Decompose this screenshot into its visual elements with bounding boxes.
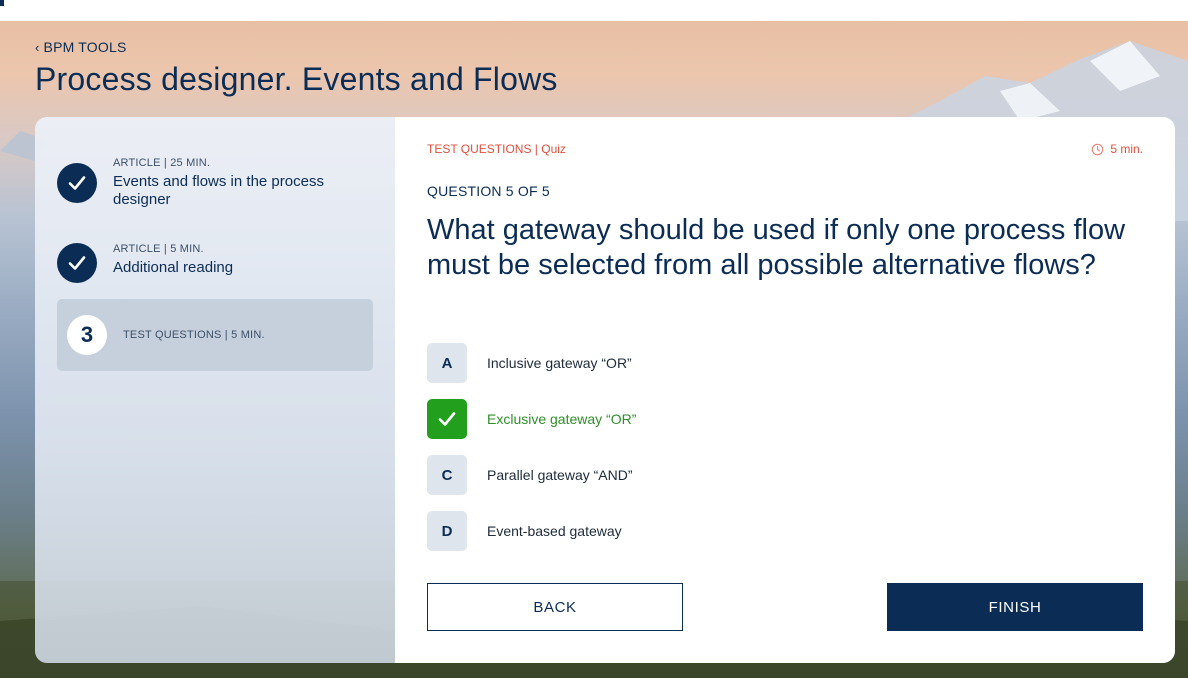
option-text: Inclusive gateway “OR”: [487, 355, 632, 371]
lesson-sidebar: ARTICLE | 25 MIN. Events and flows in th…: [35, 117, 395, 663]
answer-options: A Inclusive gateway “OR” Exclusive gatew…: [427, 343, 636, 567]
chevron-left-icon: ‹: [35, 39, 40, 55]
question-counter: QUESTION 5 OF 5: [427, 183, 550, 199]
finish-button[interactable]: FINISH: [887, 583, 1143, 631]
timer-label: 5 min.: [1110, 142, 1143, 156]
clock-icon: [1092, 143, 1104, 155]
step-kicker: TEST QUESTIONS | 5 MIN.: [123, 329, 265, 341]
check-icon: [57, 243, 97, 283]
step-title: Additional reading: [113, 259, 234, 276]
top-bar: [0, 0, 1188, 21]
quiz-kicker: TEST QUESTIONS | Quiz: [427, 142, 566, 156]
quiz-panel: TEST QUESTIONS | Quiz 5 min. QUESTION 5 …: [395, 117, 1175, 663]
quiz-timer: 5 min.: [1091, 142, 1143, 156]
answer-option-a[interactable]: A Inclusive gateway “OR”: [427, 343, 636, 383]
page-title: Process designer. Events and Flows: [35, 61, 558, 97]
sidebar-step-additional-reading[interactable]: ARTICLE | 5 MIN. Additional reading: [57, 243, 373, 289]
step-title: Events and flows in the process designer: [113, 173, 324, 208]
option-text: Event-based gateway: [487, 523, 622, 539]
check-icon: [57, 163, 97, 203]
answer-option-b[interactable]: Exclusive gateway “OR”: [427, 399, 636, 439]
step-kicker: ARTICLE | 25 MIN.: [113, 157, 211, 169]
topbar-edge-mark: [0, 0, 4, 6]
option-letter: D: [427, 511, 467, 551]
answer-option-d[interactable]: D Event-based gateway: [427, 511, 636, 551]
option-letter: C: [427, 455, 467, 495]
option-letter: A: [427, 343, 467, 383]
check-icon: [427, 399, 467, 439]
option-text: Parallel gateway “AND”: [487, 467, 633, 483]
option-text: Exclusive gateway “OR”: [487, 411, 637, 427]
lesson-card: ARTICLE | 25 MIN. Events and flows in th…: [35, 117, 1175, 663]
breadcrumb-back-link[interactable]: ‹ BPM TOOLS: [35, 39, 127, 55]
breadcrumb-label: BPM TOOLS: [43, 39, 127, 55]
step-kicker: ARTICLE | 5 MIN.: [113, 243, 204, 255]
sidebar-step-test-questions[interactable]: 3 TEST QUESTIONS | 5 MIN.: [57, 299, 373, 371]
step-number-badge: 3: [67, 315, 107, 355]
answer-option-c[interactable]: C Parallel gateway “AND”: [427, 455, 636, 495]
question-text: What gateway should be used if only one …: [427, 214, 1126, 281]
back-button[interactable]: BACK: [427, 583, 683, 631]
sidebar-step-article-events[interactable]: ARTICLE | 25 MIN. Events and flows in th…: [57, 157, 373, 217]
